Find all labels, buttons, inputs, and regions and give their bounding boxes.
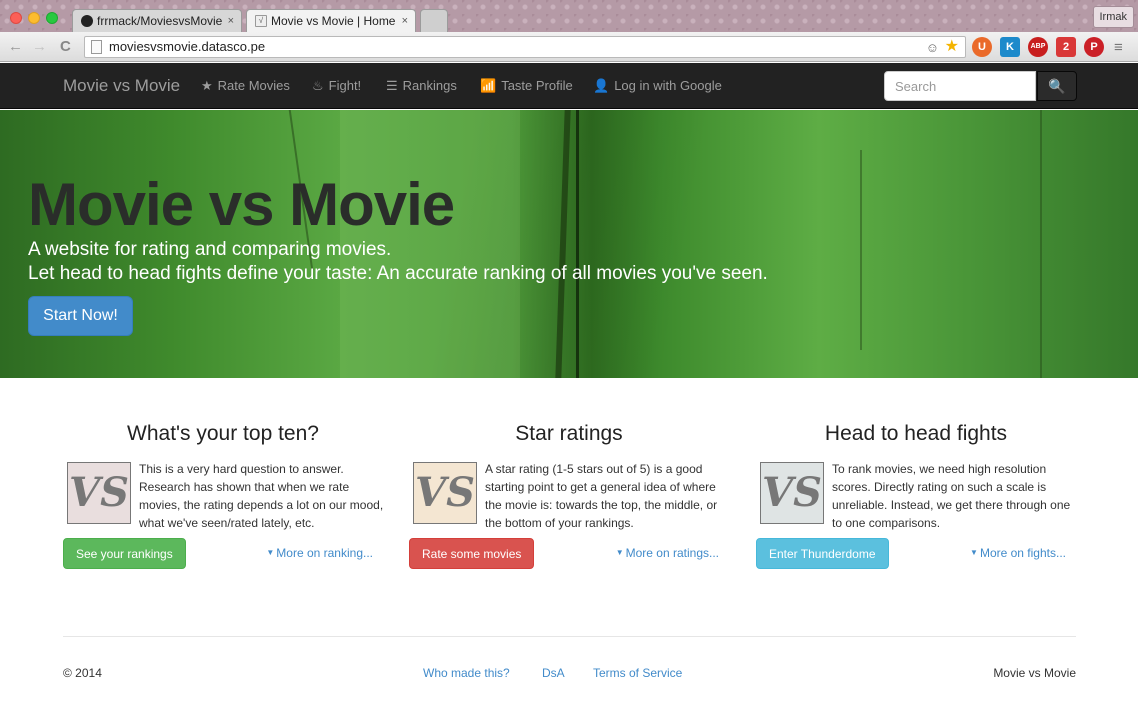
feature-description: This is a very hard question to answer. …	[139, 462, 384, 530]
hero-jumbotron: Movie vs Movie A website for rating and …	[0, 110, 1138, 378]
vs-logo-image: VS	[67, 462, 131, 524]
nav-label: Fight!	[328, 78, 362, 93]
rate-movies-button[interactable]: Rate some movies	[409, 538, 535, 569]
feature-description: To rank movies, we need high resolution …	[832, 462, 1071, 530]
search-input[interactable]	[884, 71, 1036, 101]
nav-label: Rankings	[402, 78, 457, 93]
footer-brand: Movie vs Movie	[993, 666, 1076, 680]
hero-tagline: A website for rating and comparing movie…	[28, 239, 392, 260]
forward-arrow-icon[interactable]: →	[32, 38, 47, 55]
feature-description: A star rating (1-5 stars out of 5) is a …	[485, 462, 718, 530]
close-window-button[interactable]	[10, 12, 22, 24]
ext-puzzle-icon[interactable]: 2	[1056, 37, 1076, 57]
feature-star-ratings: Star ratings VS A star rating (1-5 stars…	[409, 422, 729, 570]
search-icon: 🔍	[1048, 78, 1066, 94]
caret-down-icon: ▼	[266, 548, 275, 557]
see-rankings-button[interactable]: See your rankings	[63, 538, 186, 569]
brand-link[interactable]: Movie vs Movie	[63, 76, 180, 96]
github-icon	[81, 15, 93, 27]
back-arrow-icon[interactable]: ←	[8, 38, 23, 55]
vs-logo-image: VS	[760, 462, 824, 524]
footer-link-terms[interactable]: Terms of Service	[593, 666, 682, 680]
search-button[interactable]: 🔍	[1037, 71, 1077, 101]
caret-down-icon: ▼	[970, 548, 978, 557]
reload-icon[interactable]: C	[60, 38, 71, 55]
site-navbar: Movie vs Movie ★ Rate Movies ♨ Fight! ☰ Ran…	[0, 63, 1138, 109]
footer-divider	[63, 636, 1076, 637]
minimize-window-button[interactable]	[28, 12, 40, 24]
browser-tab-home[interactable]: √ Movie vs Movie | Home ×	[246, 9, 416, 32]
nav-fight[interactable]: ♨ Fight!	[312, 78, 361, 94]
profile-badge[interactable]: Irmak	[1092, 6, 1134, 28]
vs-logo-image: VS	[413, 462, 477, 524]
tab-close-icon[interactable]: ×	[402, 10, 408, 32]
enter-thunderdome-button[interactable]: Enter Thunderdome	[756, 538, 889, 569]
footer-link-dsa[interactable]: DsA	[542, 666, 565, 680]
reddit-icon[interactable]: ☺	[926, 38, 939, 58]
bookmark-star-icon[interactable]: ★	[945, 37, 959, 57]
start-now-button[interactable]: Start Now!	[28, 296, 133, 336]
pinterest-icon[interactable]: P	[1084, 37, 1104, 57]
nav-taste-profile[interactable]: 📶 Taste Profile	[480, 78, 573, 94]
adblock-icon[interactable]: ABP	[1028, 37, 1048, 57]
tab-title: frrmack/MoviesvsMovie	[97, 14, 223, 28]
hero-texture	[860, 150, 862, 350]
signal-icon: 📶	[480, 78, 497, 93]
browser-titlebar: frrmack/MoviesvsMovie × √ Movie vs Movie…	[0, 0, 1138, 32]
url-text: moviesvsmovie.datasco.pe	[109, 39, 266, 54]
nav-rate-movies[interactable]: ★ Rate Movies	[201, 78, 290, 94]
caret-down-icon: ▼	[615, 548, 624, 557]
hero-title: Movie vs Movie	[28, 171, 455, 238]
hero-texture	[576, 110, 579, 378]
more-on-fights-link[interactable]: ▼ More on fights...	[970, 546, 1066, 560]
nav-label: Rate Movies	[217, 78, 290, 93]
more-on-ranking-link[interactable]: ▼ More on ranking...	[266, 546, 373, 560]
nav-label: Taste Profile	[501, 78, 573, 93]
feature-top-ten: What's your top ten? VS This is a very h…	[63, 422, 383, 570]
hero-texture	[555, 110, 571, 378]
nav-login-google[interactable]: 👤 Log in with Google	[593, 78, 722, 94]
more-on-ratings-link[interactable]: ▼ More on ratings...	[616, 546, 719, 560]
footer-copyright: © 2014	[63, 666, 102, 680]
vs-favicon-icon: √	[255, 15, 267, 27]
footer-link-who-made[interactable]: Who made this?	[423, 666, 510, 680]
zoom-window-button[interactable]	[46, 12, 58, 24]
feature-title: What's your top ten?	[127, 422, 319, 445]
star-icon: ★	[201, 78, 213, 93]
browser-tab-github[interactable]: frrmack/MoviesvsMovie ×	[72, 9, 242, 32]
address-bar[interactable]: moviesvsmovie.datasco.pe ☺ ★	[84, 36, 966, 58]
user-icon: 👤	[593, 78, 610, 93]
nav-label: Log in with Google	[614, 78, 722, 93]
ext-shield-icon[interactable]: U	[972, 37, 992, 57]
feature-title: Star ratings	[515, 422, 623, 445]
ext-k-icon[interactable]: K	[1000, 37, 1020, 57]
page-icon	[91, 40, 102, 54]
feature-title: Head to head fights	[824, 422, 1008, 445]
feature-head-to-head: Head to head fights VS To rank movies, w…	[756, 422, 1076, 570]
tab-close-icon[interactable]: ×	[228, 10, 234, 32]
hero-subtagline: Let head to head fights define your tast…	[28, 263, 768, 284]
list-icon: ☰	[386, 78, 398, 93]
hero-texture	[1040, 110, 1042, 378]
new-tab-button[interactable]	[420, 9, 448, 32]
browser-menu-icon[interactable]: ≡	[1114, 39, 1123, 56]
browser-toolbar: ← → C moviesvsmovie.datasco.pe ☺ ★ U K A…	[0, 32, 1138, 62]
fire-icon: ♨	[312, 78, 324, 93]
nav-rankings[interactable]: ☰ Rankings	[386, 78, 457, 94]
tab-title: Movie vs Movie | Home	[271, 14, 396, 28]
